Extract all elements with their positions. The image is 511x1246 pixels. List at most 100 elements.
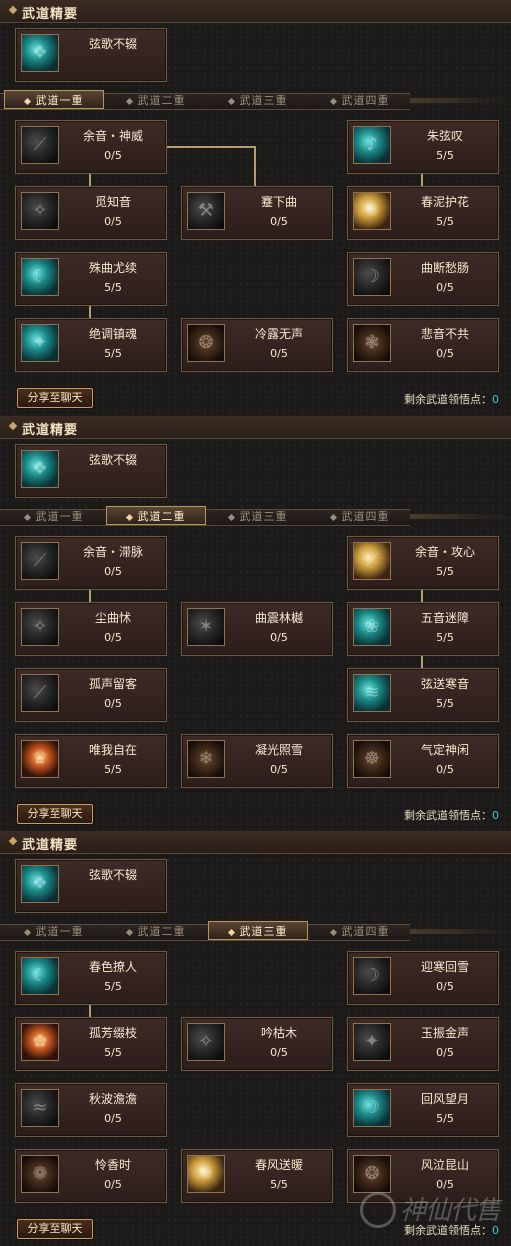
skill-icon: ✿: [21, 1023, 59, 1061]
skill-cell[interactable]: ❄ 凝光照雪 0/5: [181, 734, 333, 788]
header-diamond-icon: [8, 421, 18, 431]
skill-cell[interactable]: ♪ 朱弦叹 5/5: [347, 120, 499, 174]
tab-label: 武道二重: [137, 510, 186, 523]
skill-cell[interactable]: ✦ 绝调镇魂 5/5: [15, 318, 167, 372]
essence-cell[interactable]: ❖ 弦歌不辍: [15, 859, 167, 913]
tier-tabs: 武道一重 武道二重 武道三重 武道四重: [0, 89, 511, 111]
connector-line: [421, 172, 423, 186]
skill-points: 0/5: [436, 281, 454, 294]
panel-header: 武道精要: [0, 831, 511, 854]
skill-cell[interactable]: ✿ 孤芳缀枝 5/5: [15, 1017, 167, 1071]
skill-name: 孤声留客: [88, 677, 137, 691]
tab-tier-2[interactable]: 武道二重: [106, 93, 206, 108]
tab-tier-3[interactable]: 武道三重: [208, 921, 308, 940]
tab-tier-3[interactable]: 武道三重: [208, 509, 308, 524]
skill-cell[interactable]: ⟋ 余音・攻心 5/5: [347, 536, 499, 590]
skill-cell[interactable]: ✺ 春泥护花 5/5: [347, 186, 499, 240]
skill-points: 0/5: [104, 697, 122, 710]
skill-icon: ✧: [21, 192, 59, 230]
skill-name: 绝调镇魂: [88, 327, 137, 341]
skill-cell[interactable]: ☽ 迎寒回雪 0/5: [347, 951, 499, 1005]
skill-points: 0/5: [270, 1046, 288, 1059]
tab-tier-4[interactable]: 武道四重: [310, 93, 410, 108]
skill-icon: ⟋: [21, 674, 59, 712]
connector-line: [421, 654, 423, 668]
skill-cell[interactable]: ☾ 春色撩人 5/5: [15, 951, 167, 1005]
skill-cell[interactable]: ❂ 冷露无声 0/5: [181, 318, 333, 372]
remaining-points: 剩余武道领悟点：0: [404, 807, 499, 823]
skill-cell[interactable]: ❁ 怜香时 0/5: [15, 1149, 167, 1203]
skill-points: 0/5: [270, 347, 288, 360]
skill-name: 孤芳缀枝: [88, 1026, 137, 1040]
skill-icon: ☾: [21, 957, 59, 995]
skill-cell[interactable]: ⚒ 蹇下曲 0/5: [181, 186, 333, 240]
skill-cell[interactable]: ✧ 觅知音 0/5: [15, 186, 167, 240]
skill-cell[interactable]: ✺ 春风送暖 5/5: [181, 1149, 333, 1203]
tab-tier-2[interactable]: 武道二重: [106, 924, 206, 939]
tab-label: 武道二重: [137, 94, 186, 107]
skill-points: 5/5: [104, 763, 122, 776]
tab-tier-2[interactable]: 武道二重: [106, 506, 206, 525]
skill-name: 回风望月: [420, 1092, 469, 1106]
skill-name: 春泥护花: [420, 195, 469, 209]
skill-cell[interactable]: ≈ 秋波澹澹 0/5: [15, 1083, 167, 1137]
skill-cell[interactable]: ✦ 玉振金声 0/5: [347, 1017, 499, 1071]
skill-name: 迎寒回雪: [420, 960, 469, 974]
essence-name: 弦歌不辍: [88, 453, 137, 467]
skill-cell[interactable]: ⟋ 余音・滞脉 0/5: [15, 536, 167, 590]
remaining-points-label: 剩余武道领悟点：: [404, 1224, 492, 1237]
skill-icon: ⟋: [353, 542, 391, 580]
skill-cell[interactable]: ✶ 曲震林樾 0/5: [181, 602, 333, 656]
share-to-chat-button[interactable]: 分享至聊天: [17, 1219, 93, 1239]
tab-tier-4[interactable]: 武道四重: [310, 924, 410, 939]
skill-name: 曲断愁肠: [420, 261, 469, 275]
skill-icon: ✶: [187, 608, 225, 646]
skill-cell[interactable]: ☸ 气定神闲 0/5: [347, 734, 499, 788]
skill-points: 0/5: [270, 763, 288, 776]
skill-cell[interactable]: ❀ 五音迷障 5/5: [347, 602, 499, 656]
remaining-points-value: 0: [492, 1224, 499, 1237]
skill-icon: ✧: [21, 608, 59, 646]
skill-icon: ☽: [353, 258, 391, 296]
tab-tier-1[interactable]: 武道一重: [4, 924, 104, 939]
skill-cell[interactable]: ⟋ 余音・神威 0/5: [15, 120, 167, 174]
skill-name: 余音・滞脉: [82, 545, 143, 559]
tab-tier-4[interactable]: 武道四重: [310, 509, 410, 524]
essence-cell[interactable]: ❖ 弦歌不辍: [15, 444, 167, 498]
skill-cell[interactable]: ⟋ 孤声留客 0/5: [15, 668, 167, 722]
skill-points: 0/5: [270, 631, 288, 644]
share-to-chat-button[interactable]: 分享至聊天: [17, 388, 93, 408]
share-to-chat-button[interactable]: 分享至聊天: [17, 804, 93, 824]
tab-diamond-icon: [329, 513, 337, 521]
skill-cell[interactable]: ☽ 回风望月 5/5: [347, 1083, 499, 1137]
remaining-points-value: 0: [492, 809, 499, 822]
skill-cell[interactable]: ✧ 吟枯木 0/5: [181, 1017, 333, 1071]
skill-cell[interactable]: ❂ 风泣昆山 0/5: [347, 1149, 499, 1203]
connector-line: [421, 588, 423, 602]
skill-points: 5/5: [104, 281, 122, 294]
skill-cell[interactable]: ❃ 悲音不共 0/5: [347, 318, 499, 372]
skill-points: 5/5: [436, 631, 454, 644]
skill-cell[interactable]: ☽ 曲断愁肠 0/5: [347, 252, 499, 306]
tab-label: 武道一重: [35, 94, 84, 107]
remaining-points-value: 0: [492, 393, 499, 406]
skill-name: 唯我自在: [88, 743, 137, 757]
header-diamond-icon: [8, 5, 18, 15]
tab-diamond-icon: [227, 928, 235, 936]
essence-skill-icon: ❖: [21, 34, 59, 72]
tab-tier-1[interactable]: 武道一重: [4, 90, 104, 109]
skill-name: 余音・神威: [82, 129, 143, 143]
tab-tier-3[interactable]: 武道三重: [208, 93, 308, 108]
skill-cell[interactable]: ≋ 弦送寒音 5/5: [347, 668, 499, 722]
essence-cell[interactable]: ❖ 弦歌不辍: [15, 28, 167, 82]
skill-name: 殊曲尤续: [88, 261, 137, 275]
panel-title: 武道精要: [22, 423, 79, 438]
skill-cell[interactable]: ☾ 殊曲尤续 5/5: [15, 252, 167, 306]
tab-diamond-icon: [125, 928, 133, 936]
skill-cell[interactable]: ♛ 唯我自在 5/5: [15, 734, 167, 788]
tab-tier-1[interactable]: 武道一重: [4, 509, 104, 524]
skill-points: 5/5: [270, 1178, 288, 1191]
skill-icon: ♪: [353, 126, 391, 164]
skill-cell[interactable]: ✧ 尘曲怵 0/5: [15, 602, 167, 656]
remaining-points: 剩余武道领悟点：0: [404, 391, 499, 407]
